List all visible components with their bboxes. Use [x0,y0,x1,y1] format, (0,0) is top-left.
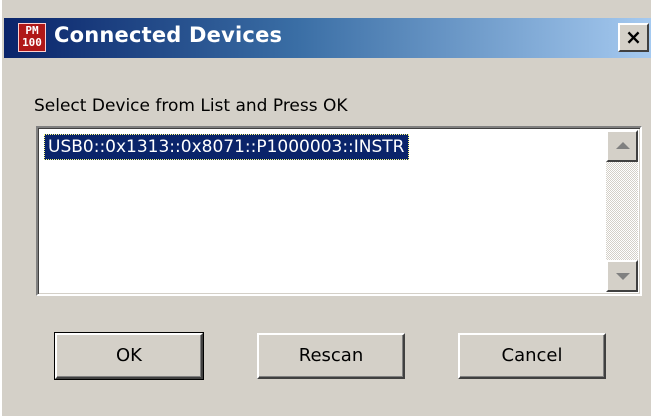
arrow-up-icon [616,142,630,149]
device-listbox[interactable]: USB0::0x1313::0x8071::P1000003::INSTR [36,126,642,296]
pm100-app-icon: PM 100 [18,23,46,52]
ok-button[interactable]: OK [54,332,204,380]
vertical-scrollbar[interactable] [606,130,638,292]
scroll-up-button[interactable] [606,130,638,162]
window-title: Connected Devices [54,23,283,47]
rescan-button[interactable]: Rescan [257,333,405,379]
scroll-down-button[interactable] [606,260,638,292]
cancel-button[interactable]: Cancel [458,333,606,379]
close-icon: × [625,25,642,49]
app-icon-line2: 100 [22,36,42,49]
instruction-label: Select Device from List and Press OK [34,96,348,116]
device-list-item[interactable]: USB0::0x1313::0x8071::P1000003::INSTR [44,134,409,160]
connected-devices-dialog: PM 100 Connected Devices × Select Device… [0,0,651,416]
close-button[interactable]: × [618,23,649,52]
title-bar[interactable]: PM 100 Connected Devices × [4,18,651,58]
arrow-down-icon [616,273,630,280]
